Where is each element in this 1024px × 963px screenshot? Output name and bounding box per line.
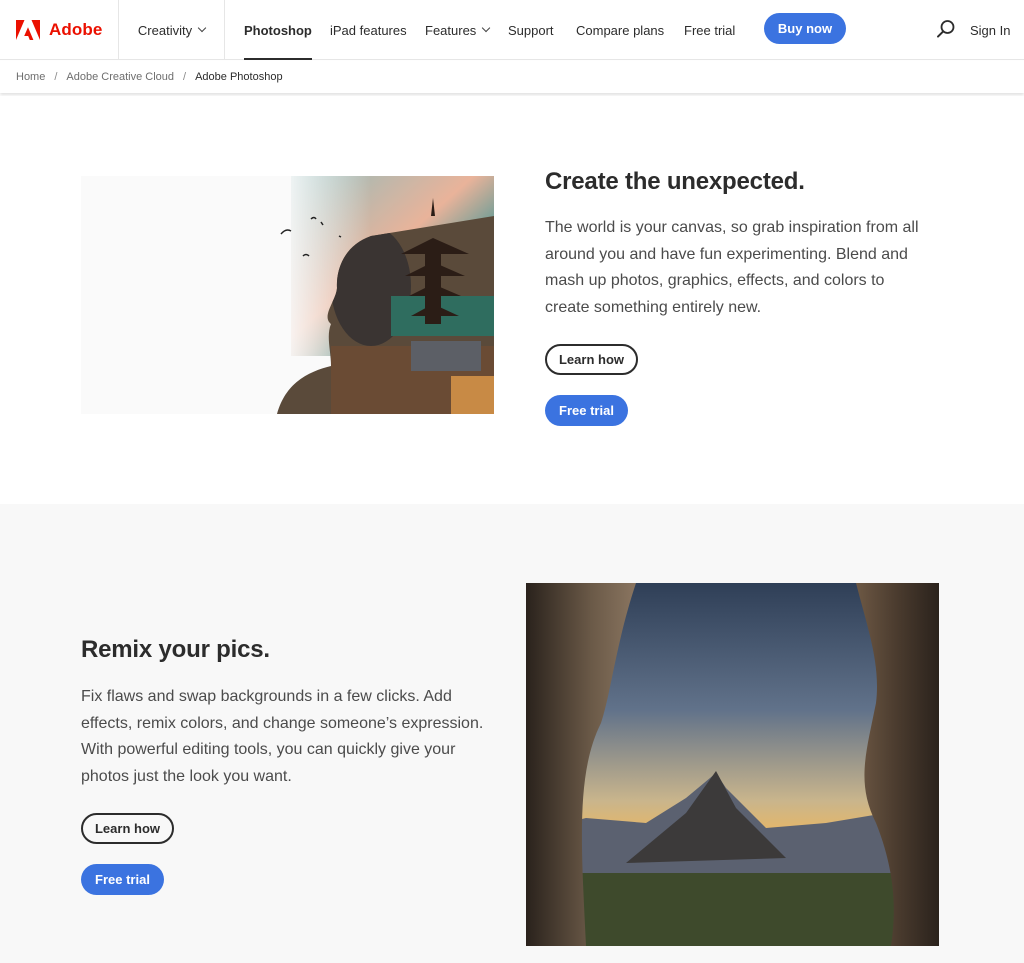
nav-support-label: Support [508, 22, 554, 38]
nav-photoshop-label: Photoshop [244, 22, 312, 38]
global-nav: Adobe Creativity Photoshop iPad features… [0, 0, 1024, 60]
nav-photoshop[interactable]: Photoshop [244, 0, 312, 60]
section-title: Create the unexpected. [545, 168, 805, 195]
nav-free-trial-label: Free trial [684, 22, 736, 38]
nav-support[interactable]: Support [508, 0, 554, 60]
double-exposure-image [81, 176, 494, 414]
nav-free-trial[interactable]: Free trial [684, 0, 735, 60]
breadcrumb-separator: / [183, 71, 187, 83]
breadcrumb-separator: / [54, 71, 58, 83]
nav-compare-plans[interactable]: Compare plans [576, 0, 664, 60]
sign-in-link[interactable]: Sign In [970, 0, 1010, 60]
section-body: Fix flaws and swap backgrounds in a few … [81, 688, 484, 785]
double-exposure-illustration [81, 176, 494, 414]
breadcrumb-creative-cloud[interactable]: Adobe Creative Cloud [66, 71, 174, 83]
breadcrumb: Home / Adobe Creative Cloud / Adobe Phot… [0, 61, 1024, 93]
section-title: Remix your pics. [81, 636, 270, 663]
adobe-logo-icon [16, 20, 40, 40]
free-trial-button[interactable]: Free trial [545, 395, 628, 426]
nav-ipad-features[interactable]: iPad features [330, 0, 407, 60]
free-trial-button[interactable]: Free trial [81, 864, 164, 895]
search-icon[interactable] [936, 19, 956, 39]
breadcrumb-current: Adobe Photoshop [195, 71, 283, 83]
nav-ipad-features-label: iPad features [330, 22, 407, 38]
buy-now-button[interactable]: Buy now [764, 13, 846, 44]
chevron-down-icon [482, 23, 491, 33]
learn-how-button[interactable]: Learn how [81, 813, 174, 844]
chevron-down-icon [197, 23, 207, 33]
cave-mountain-illustration [526, 583, 939, 946]
creativity-label: Creativity [137, 22, 193, 38]
section-body: The world is your canvas, so grab inspir… [545, 219, 919, 316]
create-unexpected-section: Create the unexpected. The world is your… [0, 96, 1024, 504]
cave-mountain-image [526, 583, 939, 946]
creativity-menu[interactable]: Creativity [119, 0, 225, 60]
remix-pics-section: Remix your pics. Fix flaws and swap back… [0, 504, 1024, 963]
nav-compare-plans-label: Compare plans [576, 22, 665, 38]
breadcrumb-home[interactable]: Home [16, 71, 45, 83]
adobe-logo-link[interactable]: Adobe [0, 0, 119, 60]
nav-features[interactable]: Features [425, 0, 491, 60]
learn-how-button[interactable]: Learn how [545, 344, 638, 375]
nav-features-label: Features [425, 22, 477, 38]
adobe-logo-text: Adobe [49, 20, 103, 39]
